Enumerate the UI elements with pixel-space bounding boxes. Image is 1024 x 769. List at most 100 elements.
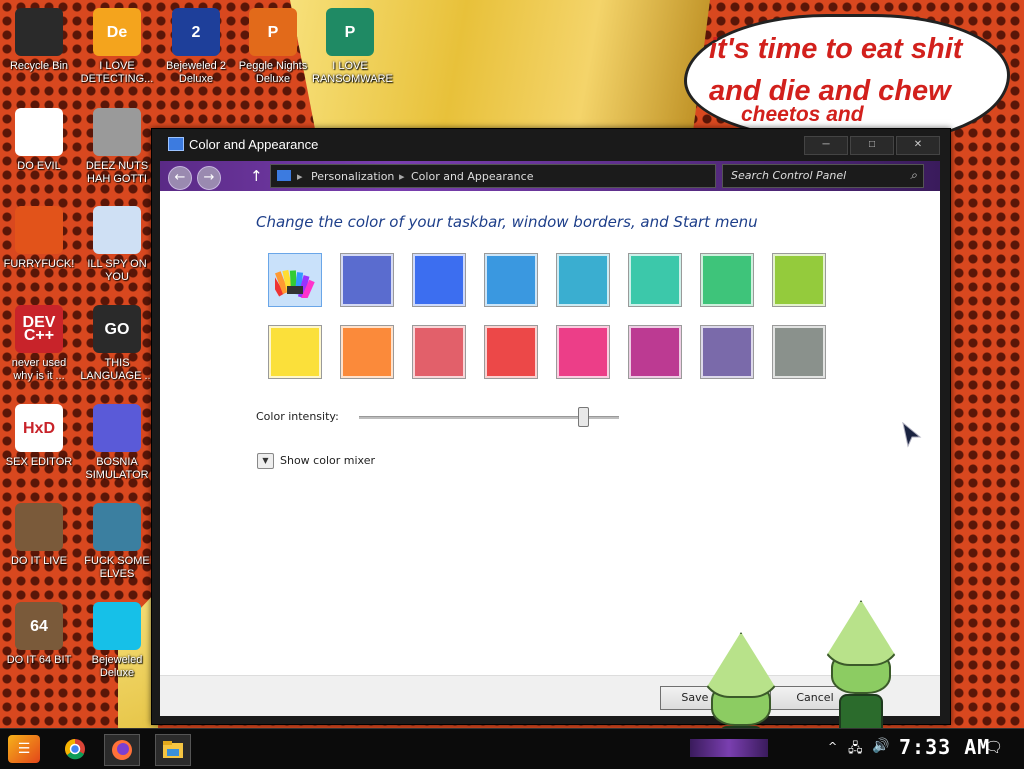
deez-nuts-icon (93, 108, 141, 156)
desktop-icon-label: DO IT LIVE (10, 555, 68, 567)
start-button[interactable]: ☰ (8, 735, 40, 763)
bejeweled-2-icon: 2 (172, 8, 220, 56)
control-panel-icon (168, 137, 184, 151)
title-bar[interactable]: Color and Appearance ─ □ ✕ (152, 129, 950, 159)
swatch-1-6[interactable] (700, 325, 754, 379)
firefox-icon (112, 740, 132, 760)
taskbar-explorer[interactable] (155, 734, 191, 766)
back-button[interactable]: ← (168, 166, 192, 190)
forward-button[interactable]: → (197, 166, 221, 190)
desktop-icon-label: THIS LANGUAGE ... (80, 357, 154, 382)
search-input[interactable] (729, 168, 903, 183)
tray-expand-icon[interactable]: ^ (828, 740, 837, 753)
maximize-button[interactable]: □ (850, 136, 894, 155)
chevron-right-icon: ▸ (297, 170, 303, 183)
swatch-1-1[interactable] (340, 325, 394, 379)
desktop-icon-label: FUCK SOME ELVES (84, 555, 150, 580)
swatch-0-4[interactable] (556, 253, 610, 307)
desktop-icon-bejeweled-2[interactable]: 2 Bejeweled 2 Deluxe (158, 8, 234, 86)
recycle-bin-icon (15, 8, 63, 56)
swatch-0-5[interactable] (628, 253, 682, 307)
desktop-icon-dev-cpp[interactable]: DEV C++ never used why is it ... (1, 305, 77, 383)
taskbar-clock[interactable]: 7:33 AM (899, 735, 990, 759)
furryfuck-icon (15, 206, 63, 254)
dev-cpp-icon: DEV C++ (15, 305, 63, 353)
show-color-mixer-link[interactable]: Show color mixer (280, 454, 375, 467)
notifications-icon[interactable]: 🗨 (984, 738, 1003, 756)
breadcrumb-personalization[interactable]: Personalization (311, 170, 394, 183)
go-language-icon: GO (93, 305, 141, 353)
desktop-icon-spy-on-you[interactable]: ILL SPY ON YOU (79, 206, 155, 284)
desktop-icon-sex-editor[interactable]: HxD SEX EDITOR (1, 404, 77, 469)
chevron-right-icon: ▸ (399, 170, 405, 183)
desktop-icon-bosnia-simulator[interactable]: BOSNIA SIMULATOR (79, 404, 155, 482)
desktop-icon-label: SEX EDITOR (5, 456, 73, 468)
arrow-up-icon: ↑ (250, 167, 263, 185)
desktop-icon-label: Bejeweled Deluxe (91, 654, 143, 679)
intensity-slider-thumb[interactable] (577, 407, 589, 427)
desktop-icon-go-language[interactable]: GO THIS LANGUAGE ... (79, 305, 155, 383)
expand-mixer-button[interactable]: ▼ (257, 453, 274, 469)
close-button[interactable]: ✕ (896, 136, 940, 155)
chevron-down-icon: ▼ (262, 456, 269, 465)
desktop-icon-bejeweled-deluxe[interactable]: Bejeweled Deluxe (79, 602, 155, 680)
taskbar: ☰ ^ 🖧 🔊 7:33 AM 🗨 (0, 728, 1024, 769)
desktop-icon-label: DO IT 64 BIT (6, 654, 72, 666)
desktop-icon-label: I LOVE RANSOMWARE (312, 60, 393, 85)
desktop-icon-do-it-64-bit[interactable]: 64 DO IT 64 BIT (1, 602, 77, 667)
desktop-icon-furryfuck[interactable]: FURRYFUCK! (1, 206, 77, 271)
window-title: Color and Appearance (189, 137, 319, 152)
desktop-icon-label: I LOVE DETECTING... (80, 60, 154, 85)
swatch-0-1[interactable] (340, 253, 394, 307)
taskbar-firefox[interactable] (104, 734, 140, 766)
swatch-1-4[interactable] (556, 325, 610, 379)
swatch-1-5[interactable] (628, 325, 682, 379)
desktop-icon-recycle-bin[interactable]: Recycle Bin (1, 8, 77, 73)
taskbar-chrome[interactable] (58, 734, 92, 764)
desktop-icon-do-evil[interactable]: DO EVIL (1, 108, 77, 173)
peggle-nights-icon: P (249, 8, 297, 56)
swatch-0-6[interactable] (700, 253, 754, 307)
mouse-cursor-icon (902, 422, 922, 448)
desktop-icon-fuck-some-elves[interactable]: FUCK SOME ELVES (79, 503, 155, 581)
swatch-1-2[interactable] (412, 325, 466, 379)
desktop-icon-peggle-nights[interactable]: P Peggle Nights Deluxe (235, 8, 311, 86)
speech-line-1: it's time to eat shit (709, 33, 963, 65)
folder-icon (163, 741, 183, 758)
volume-icon[interactable]: 🔊 (872, 738, 889, 754)
do-evil-icon (15, 108, 63, 156)
network-icon[interactable]: 🖧 (848, 739, 863, 761)
breadcrumb-color-appearance[interactable]: Color and Appearance (411, 170, 533, 183)
desktop-icon-label: BOSNIA SIMULATOR (85, 456, 149, 481)
speech-bubble: it's time to eat shit and die and chew c… (684, 14, 1010, 142)
desktop-icon-detecting[interactable]: De I LOVE DETECTING... (79, 8, 155, 86)
start-logo-icon: ☰ (17, 741, 31, 757)
ransomware-icon: P (326, 8, 374, 56)
desktop-icon-label: FURRYFUCK! (3, 258, 75, 270)
desktop-icon-deez-nuts[interactable]: DEEZ NUTS HAH GOTTI (79, 108, 155, 186)
swatch-1-3[interactable] (484, 325, 538, 379)
swatch-0-7[interactable] (772, 253, 826, 307)
speech-line-3: cheetos and (741, 103, 864, 126)
swatch-0-2[interactable] (412, 253, 466, 307)
search-icon[interactable]: ⌕ (910, 168, 917, 183)
breadcrumb[interactable]: ▸ Personalization ▸ Color and Appearance (270, 164, 716, 188)
sex-editor-icon: HxD (15, 404, 63, 452)
swatch-1-0[interactable] (268, 325, 322, 379)
desktop-icon-ransomware[interactable]: P I LOVE RANSOMWARE (312, 8, 393, 86)
color-palette-icon (268, 269, 315, 303)
search-box: ⌕ (722, 164, 924, 188)
desktop-icon-do-it-live[interactable]: DO IT LIVE (1, 503, 77, 568)
up-button[interactable]: ↑ (250, 167, 263, 185)
desktop-icon-label: DO EVIL (17, 160, 61, 172)
minimize-button[interactable]: ─ (804, 136, 848, 155)
control-panel-icon (277, 170, 291, 181)
swatch-1-7[interactable] (772, 325, 826, 379)
taskbar-decoration (690, 739, 768, 757)
do-it-64-bit-icon: 64 (15, 602, 63, 650)
swatch-custom[interactable] (268, 253, 322, 307)
swatch-0-3[interactable] (484, 253, 538, 307)
do-it-live-icon (15, 503, 63, 551)
window-controls: ─ □ ✕ (804, 136, 940, 155)
page-heading: Change the color of your taskbar, window… (256, 213, 758, 231)
